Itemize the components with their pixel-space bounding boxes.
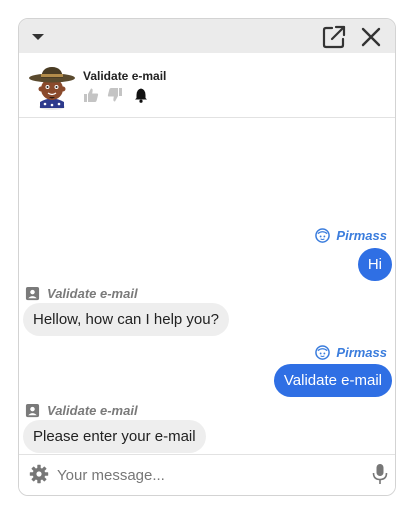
message-input[interactable] [55,461,359,489]
microphone-icon[interactable] [371,463,389,485]
external-link-icon[interactable] [321,24,347,50]
user-message-bubble: Validate e-mail [273,364,392,397]
message-list[interactable]: Pirmass Hi Validate e-mail Hellow, how c… [19,118,395,454]
widget-toolbar [19,19,395,53]
user-face-icon [315,228,331,243]
chat-widget: Validate e-mail Pirmass Hi Validate e-ma… [18,18,396,496]
message-sender: Pirmass [315,345,387,361]
bot-message-bubble: Hellow, how can I help you? [23,303,229,336]
message-sender: Validate e-mail [25,286,138,302]
contact-card-icon [25,286,40,301]
contact-card-icon [25,403,40,418]
gear-icon[interactable] [29,464,49,484]
close-icon[interactable] [359,25,383,49]
message-sender: Pirmass [315,228,387,244]
message-composer [19,454,395,495]
bot-header: Validate e-mail [19,53,395,118]
bell-icon[interactable] [133,87,149,103]
user-message-bubble: Hi [357,248,392,281]
thumbs-down-icon[interactable] [107,87,123,103]
caret-down-icon[interactable] [29,28,47,44]
message-sender: Validate e-mail [25,403,138,419]
user-face-icon [315,345,331,360]
bot-title: Validate e-mail [83,69,167,83]
thumbs-up-icon[interactable] [83,87,99,103]
bot-avatar [29,67,75,110]
bot-message-bubble: Please enter your e-mail [23,420,206,453]
